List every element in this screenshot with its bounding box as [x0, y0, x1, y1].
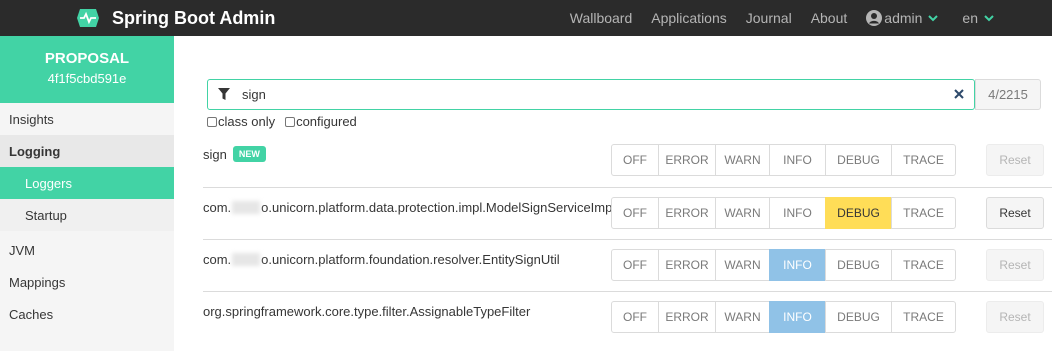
- logger-name-prefix: com.: [203, 252, 232, 267]
- sidebar-item-mappings[interactable]: Mappings: [0, 266, 174, 298]
- filter-options: class only configured: [207, 114, 367, 129]
- sidebar-item-insights[interactable]: Insights: [0, 103, 174, 135]
- level-trace-button[interactable]: TRACE: [891, 144, 956, 176]
- sidebar-item-loggers[interactable]: Loggers: [0, 167, 174, 199]
- level-off-button[interactable]: OFF: [611, 301, 659, 333]
- level-group: OFF ERROR WARN INFO DEBUG TRACE: [611, 197, 956, 229]
- logger-row: org.springframework.core.type.filter.Ass…: [203, 291, 1052, 343]
- logger-name-suffix: o.unicorn.platform.foundation.resolver.E…: [261, 252, 560, 267]
- configured-label: configured: [296, 114, 357, 129]
- close-icon[interactable]: [954, 89, 964, 99]
- level-info-button[interactable]: INFO: [769, 249, 826, 281]
- level-trace-button[interactable]: TRACE: [891, 197, 956, 229]
- reset-button[interactable]: Reset: [986, 144, 1044, 176]
- level-debug-button[interactable]: DEBUG: [825, 249, 892, 281]
- reset-button[interactable]: Reset: [986, 249, 1044, 281]
- level-info-button[interactable]: INFO: [769, 197, 826, 229]
- logger-name: sign NEW: [203, 146, 266, 162]
- level-off-button[interactable]: OFF: [611, 197, 659, 229]
- level-group: OFF ERROR WARN INFO DEBUG TRACE: [611, 249, 956, 281]
- heartbeat-icon: [77, 9, 99, 27]
- redacted-text: [232, 253, 261, 266]
- level-debug-button[interactable]: DEBUG: [825, 144, 892, 176]
- nav-journal[interactable]: Journal: [746, 10, 792, 26]
- logger-name-text: sign: [203, 146, 227, 162]
- sidebar-item-logging[interactable]: Logging: [0, 135, 174, 167]
- app-title: Spring Boot Admin: [112, 7, 276, 28]
- reset-button[interactable]: Reset: [986, 301, 1044, 333]
- sidebar-item-startup[interactable]: Startup: [0, 199, 174, 231]
- top-navbar: Spring Boot Admin Wallboard Applications…: [0, 0, 1052, 36]
- configured-checkbox[interactable]: [285, 116, 296, 127]
- user-menu[interactable]: admin: [866, 10, 939, 26]
- chevron-down-icon: [984, 14, 994, 21]
- logger-name: com. o.unicorn.platform.foundation.resolv…: [203, 252, 560, 267]
- level-group: OFF ERROR WARN INFO DEBUG TRACE: [611, 144, 956, 176]
- instance-name: PROPOSAL: [44, 50, 130, 67]
- level-error-button[interactable]: ERROR: [658, 197, 716, 229]
- level-error-button[interactable]: ERROR: [658, 301, 716, 333]
- level-warn-button[interactable]: WARN: [715, 301, 770, 333]
- level-group: OFF ERROR WARN INFO DEBUG TRACE: [611, 301, 956, 333]
- logger-name-suffix: o.unicorn.platform.data.protection.impl.…: [261, 200, 616, 215]
- class-only-option[interactable]: class only: [207, 114, 275, 129]
- chevron-down-icon: [928, 14, 939, 21]
- logger-name: com. o.unicorn.platform.data.protection.i…: [203, 200, 615, 215]
- brand[interactable]: Spring Boot Admin: [76, 7, 275, 29]
- logger-filter: [207, 79, 975, 110]
- language-menu[interactable]: en: [962, 10, 994, 26]
- level-trace-button[interactable]: TRACE: [891, 301, 956, 333]
- logger-row: com. o.unicorn.platform.foundation.resolv…: [203, 239, 1052, 291]
- level-warn-button[interactable]: WARN: [715, 144, 770, 176]
- level-warn-button[interactable]: WARN: [715, 197, 770, 229]
- level-debug-button[interactable]: DEBUG: [825, 197, 892, 229]
- top-nav: Wallboard Applications Journal About adm…: [551, 0, 1052, 36]
- level-trace-button[interactable]: TRACE: [891, 249, 956, 281]
- redacted-text: [232, 201, 261, 214]
- search-input[interactable]: [242, 87, 932, 102]
- language-label: en: [962, 10, 978, 26]
- level-off-button[interactable]: OFF: [611, 144, 659, 176]
- logger-row: com. o.unicorn.platform.data.protection.i…: [203, 187, 1052, 239]
- user-name: admin: [884, 10, 923, 26]
- instance-id: 4f1f5cbd591e: [47, 71, 127, 86]
- result-count: 4/2215: [975, 79, 1041, 110]
- logger-name: org.springframework.core.type.filter.Ass…: [203, 304, 530, 319]
- user-icon: [866, 10, 883, 26]
- level-off-button[interactable]: OFF: [611, 249, 659, 281]
- class-only-label: class only: [218, 114, 276, 129]
- level-info-button[interactable]: INFO: [769, 144, 826, 176]
- logger-name-prefix: com.: [203, 200, 232, 215]
- instance-header: PROPOSAL 4f1f5cbd591e: [0, 36, 174, 103]
- sidebar-item-caches[interactable]: Caches: [0, 298, 174, 330]
- level-info-button[interactable]: INFO: [769, 301, 826, 333]
- sidebar: PROPOSAL 4f1f5cbd591e Insights Logging L…: [0, 36, 174, 351]
- main-content: 4/2215 class only configured sign NEW OF…: [174, 36, 1052, 351]
- level-debug-button[interactable]: DEBUG: [825, 301, 892, 333]
- filter-icon: [218, 88, 230, 100]
- configured-option[interactable]: configured: [285, 114, 357, 129]
- nav-about[interactable]: About: [811, 10, 848, 26]
- nav-applications[interactable]: Applications: [651, 10, 727, 26]
- sidebar-item-jvm[interactable]: JVM: [0, 234, 174, 266]
- new-badge: NEW: [232, 146, 266, 162]
- logger-name-text: org.springframework.core.type.filter.Ass…: [203, 304, 531, 319]
- nav-wallboard[interactable]: Wallboard: [570, 10, 633, 26]
- level-error-button[interactable]: ERROR: [658, 249, 716, 281]
- level-warn-button[interactable]: WARN: [715, 249, 770, 281]
- level-error-button[interactable]: ERROR: [658, 144, 716, 176]
- class-only-checkbox[interactable]: [207, 116, 217, 127]
- reset-button[interactable]: Reset: [986, 197, 1044, 229]
